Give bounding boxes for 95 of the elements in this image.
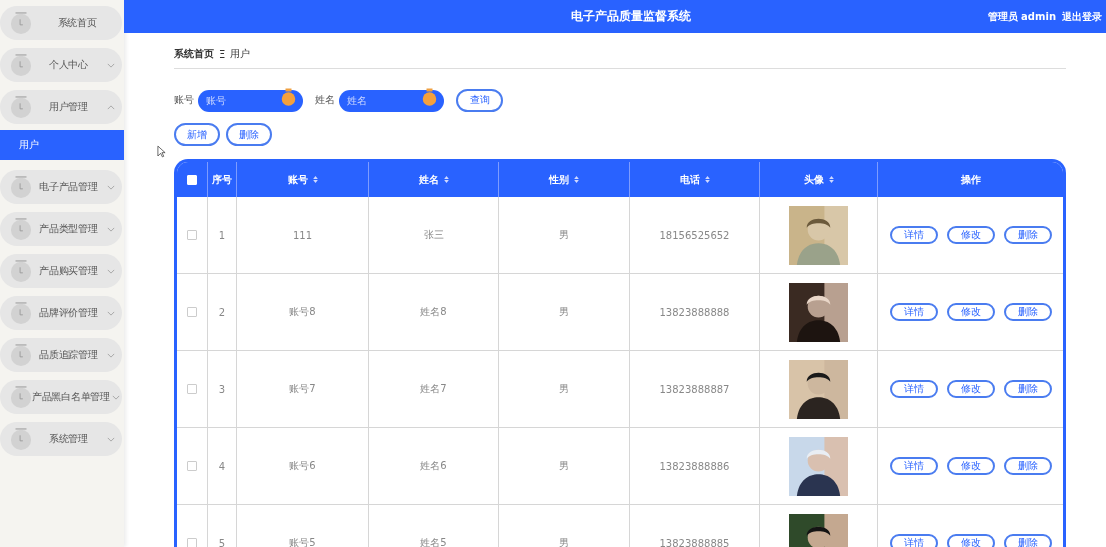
table-cell: 2	[218, 306, 226, 318]
sort-icon[interactable]	[704, 176, 710, 183]
row-checkbox[interactable]	[187, 384, 197, 394]
row-action-button[interactable]: 修改	[946, 534, 995, 547]
table-cell: 13823888885	[659, 537, 730, 547]
action-button[interactable]: 新增	[174, 123, 220, 146]
table-cell: 3	[218, 383, 226, 395]
sort-icon[interactable]	[828, 176, 834, 183]
sidebar-item[interactable]: 产品黑白名单管理	[0, 380, 122, 414]
row-action-button[interactable]: 修改	[946, 457, 995, 475]
circle-icon	[10, 95, 32, 119]
row-checkbox[interactable]	[187, 538, 197, 547]
circle-icon	[10, 53, 32, 77]
row-action-button[interactable]: 详情	[889, 380, 938, 398]
row-action-button[interactable]: 删除	[1003, 226, 1052, 244]
row-action-button[interactable]: 删除	[1003, 457, 1052, 475]
row-action-button[interactable]: 删除	[1003, 303, 1052, 321]
app-title: 电子产品质量监督系统	[569, 8, 692, 25]
select-all-checkbox[interactable]	[187, 174, 197, 185]
table-cell: 13823888887	[659, 383, 730, 395]
column-header[interactable]: 头像	[803, 172, 824, 187]
breadcrumb-item[interactable]: 系统首页	[174, 47, 214, 61]
row-action-button[interactable]: 修改	[946, 226, 995, 244]
column-header[interactable]: 姓名	[418, 172, 439, 187]
user-label: 管理员 admin	[987, 9, 1056, 24]
table-cell: 111	[292, 229, 313, 241]
table-cell: 账号8	[289, 305, 316, 319]
sidebar-item[interactable]: 用户管理	[0, 90, 122, 124]
row-action-button[interactable]: 详情	[889, 226, 938, 244]
breadcrumb-separator: Ξ	[219, 48, 226, 60]
logout-link[interactable]: 退出登录	[1062, 9, 1102, 24]
sidebar-item[interactable]: 系统首页	[0, 6, 122, 40]
table-cell: 账号7	[289, 382, 316, 396]
column-header[interactable]: 操作	[960, 172, 981, 187]
table-cell: 账号6	[289, 459, 316, 473]
table-cell: 张三	[423, 228, 444, 242]
table-cell: 1	[218, 229, 226, 241]
column-header[interactable]: 序号	[212, 172, 232, 187]
column-header[interactable]: 性别	[549, 172, 569, 187]
table-cell: 13823888888	[659, 306, 730, 318]
sidebar-item[interactable]: 产品购买管理	[0, 254, 122, 288]
row-action-button[interactable]: 详情	[889, 303, 938, 321]
sidebar-item[interactable]: 品质追踪管理	[0, 338, 122, 372]
row-action-button[interactable]: 修改	[946, 303, 995, 321]
sidebar-item[interactable]: 产品类型管理	[0, 212, 122, 246]
table-cell: 男	[559, 228, 569, 242]
column-header[interactable]: 账号	[287, 172, 308, 187]
table-cell: 男	[559, 382, 569, 396]
column-header[interactable]: 电话	[679, 172, 700, 187]
row-action-button[interactable]: 详情	[889, 457, 938, 475]
sidebar-item[interactable]: 个人中心	[0, 48, 122, 82]
search-button[interactable]: 查询	[456, 88, 503, 112]
circle-icon	[10, 301, 32, 325]
circle-icon	[10, 385, 32, 409]
table-cell: 姓名6	[420, 459, 447, 473]
table-cell: 男	[559, 305, 569, 319]
row-checkbox[interactable]	[187, 230, 197, 240]
sidebar-item[interactable]: 电子产品管理	[0, 170, 122, 204]
sort-icon[interactable]	[574, 176, 579, 183]
table-cell: 4	[218, 460, 226, 472]
sort-icon[interactable]	[312, 176, 318, 183]
sort-icon[interactable]	[443, 176, 449, 183]
circle-icon	[10, 11, 32, 35]
action-button[interactable]: 删除	[226, 123, 272, 146]
row-checkbox[interactable]	[187, 461, 197, 471]
table-cell: 男	[559, 536, 569, 547]
circle-icon	[10, 217, 32, 241]
cursor-icon	[157, 145, 166, 158]
row-action-button[interactable]: 删除	[1003, 380, 1052, 398]
row-checkbox[interactable]	[187, 307, 197, 317]
table-cell: 男	[559, 459, 569, 473]
field-label: 姓名	[315, 93, 335, 107]
row-action-button[interactable]: 详情	[889, 534, 938, 547]
table-cell: 13823888886	[659, 460, 730, 472]
sidebar-subitem[interactable]: 用户	[0, 130, 124, 160]
table-cell: 姓名7	[420, 382, 447, 396]
sidebar-item[interactable]: 品牌评价管理	[0, 296, 122, 330]
circle-icon	[10, 175, 32, 199]
circle-icon	[281, 88, 296, 107]
row-action-button[interactable]: 修改	[946, 380, 995, 398]
sidebar-item[interactable]: 系统管理	[0, 422, 122, 456]
search-field[interactable]: 账号	[198, 89, 303, 112]
table-cell: 姓名8	[420, 305, 447, 319]
circle-icon	[422, 88, 437, 107]
circle-icon	[10, 259, 32, 283]
table-cell: 姓名5	[420, 536, 447, 547]
row-action-button[interactable]: 删除	[1003, 534, 1052, 547]
search-field[interactable]: 姓名	[339, 89, 444, 112]
breadcrumb-item[interactable]: 用户	[230, 47, 251, 61]
table-cell: 5	[218, 537, 226, 547]
table-cell: 账号5	[289, 536, 316, 547]
circle-icon	[10, 343, 32, 367]
circle-icon	[10, 427, 32, 451]
field-label: 账号	[174, 93, 194, 107]
table-cell: 18156525652	[659, 229, 730, 241]
